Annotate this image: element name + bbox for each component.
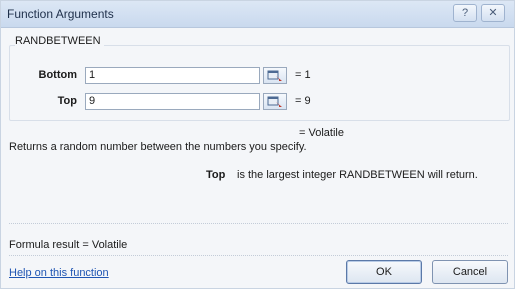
top-input[interactable]: 9 <box>85 93 260 110</box>
argument-help-name: Top <box>206 169 226 181</box>
cancel-button[interactable]: Cancel <box>432 260 508 284</box>
collapse-dialog-icon <box>267 70 282 81</box>
divider <box>9 223 508 224</box>
help-on-function-link[interactable]: Help on this function <box>9 267 109 279</box>
function-result: = Volatile <box>299 127 344 139</box>
title-bar: Function Arguments ? ✕ <box>1 1 514 28</box>
top-collapse-button[interactable] <box>263 93 287 110</box>
ok-button[interactable]: OK <box>346 260 422 284</box>
formula-result: Formula result = Volatile <box>9 239 128 251</box>
argument-help-text: is the largest integer RANDBETWEEN will … <box>237 169 478 181</box>
dialog-title: Function Arguments <box>7 7 114 21</box>
help-icon[interactable]: ? <box>453 4 477 22</box>
bottom-input[interactable]: 1 <box>85 67 260 84</box>
bottom-collapse-button[interactable] <box>263 67 287 84</box>
function-arguments-dialog: Function Arguments ? ✕ RANDBETWEEN Botto… <box>0 0 515 289</box>
top-result: = 9 <box>295 95 311 107</box>
function-name: RANDBETWEEN <box>15 35 104 47</box>
top-label: Top <box>57 95 77 107</box>
close-icon[interactable]: ✕ <box>481 4 505 22</box>
collapse-dialog-icon <box>267 96 282 107</box>
function-description: Returns a random number between the numb… <box>9 141 307 153</box>
bottom-label: Bottom <box>38 69 78 81</box>
divider <box>9 255 508 256</box>
bottom-result: = 1 <box>295 69 311 81</box>
